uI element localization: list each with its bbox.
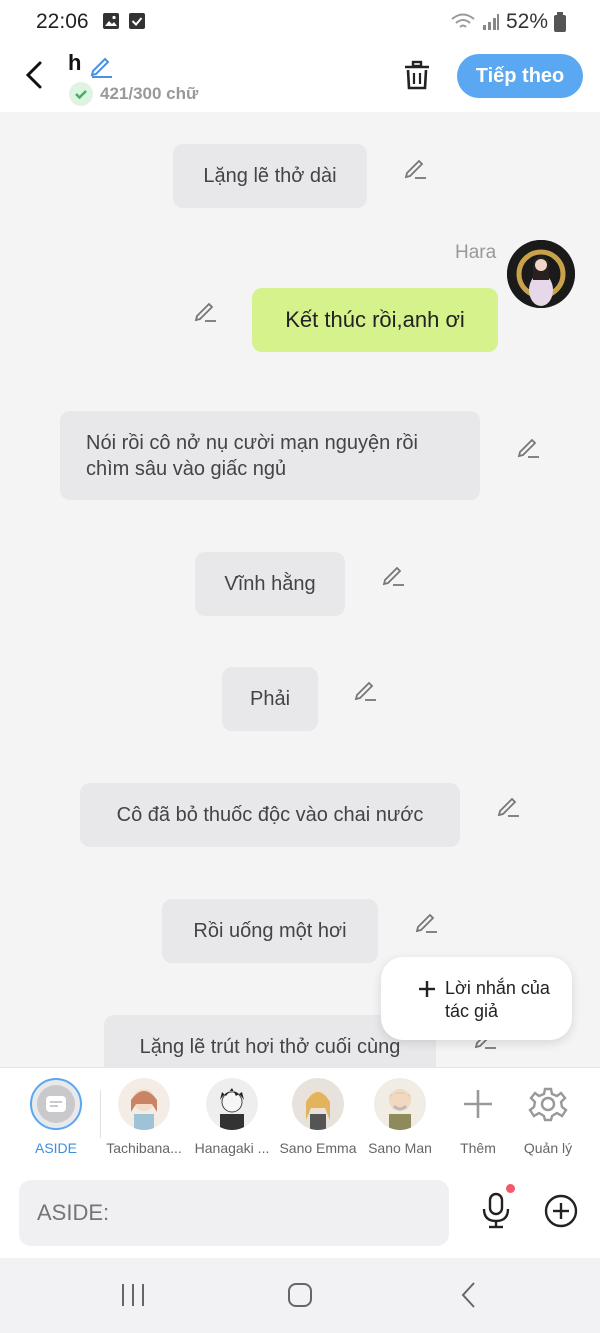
battery-percent: 52% (505, 10, 548, 33)
signal-icon (482, 14, 499, 30)
next-button[interactable]: Tiếp theo (457, 54, 583, 98)
avatar (206, 1078, 258, 1130)
message-input[interactable] (19, 1180, 449, 1246)
editor-header: h 421/300 chữ Tiếp theo (0, 44, 600, 112)
message-bubble[interactable]: Rồi uống một hơi (162, 899, 378, 963)
edit-pencil-icon[interactable] (192, 297, 218, 323)
divider (100, 1090, 101, 1138)
edit-pencil-icon[interactable] (352, 676, 378, 702)
user-message-bubble[interactable]: Kết thúc rồi,anh ơi (252, 288, 498, 352)
aside-avatar (30, 1078, 82, 1130)
character-aside[interactable]: ASIDE (14, 1078, 98, 1156)
check-icon (69, 82, 93, 106)
compose-bar (0, 1170, 600, 1258)
notification-dot (506, 1184, 515, 1193)
plus-icon (419, 981, 435, 997)
edit-title-pencil-icon[interactable] (88, 52, 114, 78)
story-title[interactable]: h (68, 50, 81, 76)
character-label: Sano Emma (279, 1140, 357, 1156)
microphone-icon[interactable] (480, 1192, 512, 1230)
character-selector: ASIDE Tachibana... Hanagaki ... Sano Emm… (0, 1067, 600, 1171)
avatar (118, 1078, 170, 1130)
character-sano-emma[interactable]: Sano Emma (276, 1078, 360, 1156)
message-bubble[interactable]: Vĩnh hằng (195, 552, 345, 616)
add-circle-icon[interactable] (544, 1194, 578, 1228)
back-nav-icon[interactable] (455, 1280, 485, 1310)
character-hanagaki[interactable]: Hanagaki ... (190, 1078, 274, 1156)
manage-characters-button[interactable]: Quản lý (506, 1078, 590, 1156)
avatar (292, 1078, 344, 1130)
character-tachibana[interactable]: Tachibana... (102, 1078, 186, 1156)
manage-label: Quản lý (523, 1140, 573, 1156)
speaker-name: Hara (455, 242, 497, 263)
author-note-button[interactable]: Lời nhắn của tác giả (381, 957, 572, 1040)
edit-pencil-icon[interactable] (413, 908, 439, 934)
edit-pencil-icon[interactable] (515, 433, 541, 459)
status-right: 52% (450, 10, 566, 34)
message-bubble[interactable]: Lặng lẽ thở dài (173, 144, 367, 208)
trash-icon[interactable] (402, 58, 432, 92)
edit-pencil-icon[interactable] (402, 154, 428, 180)
character-label: ASIDE (34, 1140, 77, 1156)
edit-pencil-icon[interactable] (380, 561, 406, 587)
message-bubble[interactable]: Phải (222, 667, 318, 731)
message-bubble[interactable]: Cô đã bỏ thuốc độc vào chai nước (80, 783, 460, 847)
avatar[interactable] (507, 240, 575, 308)
character-label: Hanagaki ... (194, 1140, 270, 1156)
edit-pencil-icon[interactable] (495, 792, 521, 818)
author-note-label: Lời nhắn của tác giả (445, 978, 550, 1021)
clock: 22:06 (36, 10, 89, 33)
status-bar: 22:06 52% (0, 0, 600, 44)
character-label: Sano Man (368, 1140, 432, 1156)
battery-icon (554, 12, 566, 32)
chat-area: Lặng lẽ thở dài Hara Kết thúc rồi,anh ơi… (0, 112, 600, 1067)
word-count: 421/300 chữ (100, 84, 199, 103)
checkbox-icon (129, 13, 145, 29)
avatar (374, 1078, 426, 1130)
recent-apps-icon[interactable] (118, 1280, 148, 1310)
system-navigation-bar (0, 1258, 600, 1333)
character-sano-man[interactable]: Sano Man (358, 1078, 442, 1156)
wifi-icon (451, 13, 475, 28)
message-bubble[interactable]: Nói rồi cô nở nụ cười mạn nguyện rồi chì… (60, 411, 480, 500)
home-icon[interactable] (285, 1280, 315, 1310)
character-label: Tachibana... (106, 1140, 182, 1156)
plus-icon (464, 1090, 492, 1118)
back-arrow-icon[interactable] (20, 58, 50, 92)
gallery-icon (103, 13, 119, 29)
gear-icon (528, 1087, 568, 1122)
